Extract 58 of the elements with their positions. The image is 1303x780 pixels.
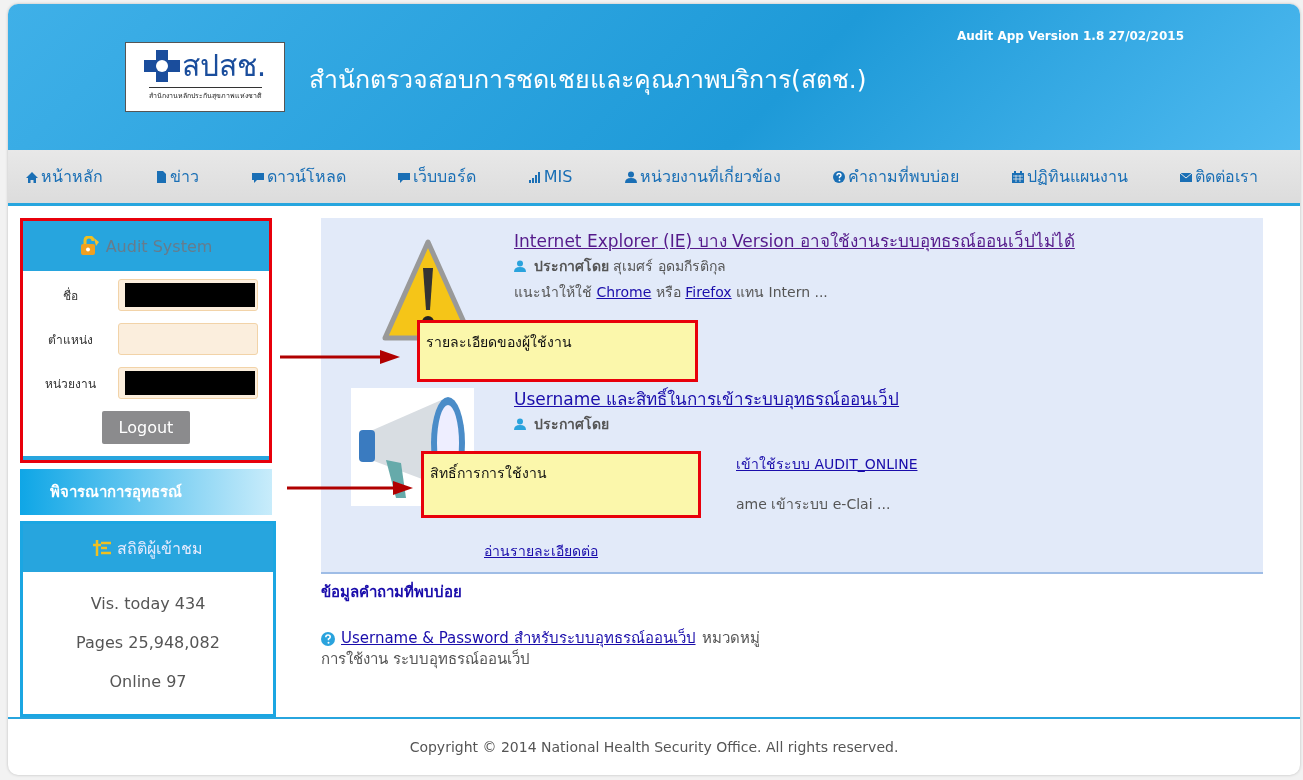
arrow-icon bbox=[287, 481, 413, 495]
medical-cross-icon bbox=[143, 50, 180, 82]
version-text: Audit App Version 1.8 27/02/2015 bbox=[957, 29, 1184, 43]
panel-title: Audit System bbox=[105, 236, 213, 256]
nav-link[interactable]: ดาวน์โหลด bbox=[251, 164, 346, 189]
bar-chart-icon bbox=[528, 170, 541, 183]
category-text: การใช้งาน ระบบอุทธรณ์ออนเว็ป bbox=[321, 649, 531, 670]
document-icon bbox=[155, 170, 168, 183]
help-icon bbox=[321, 631, 335, 646]
field-label: ตำแหน่ง bbox=[47, 331, 94, 349]
news-summary: แนะนำให้ใช้ Chrome หรือ Firefox แทน Intern ... bbox=[514, 283, 829, 302]
field-label: ชื่อ bbox=[62, 286, 79, 305]
section-heading: ข้อมูลคำถามที่พบบ่อย bbox=[321, 580, 463, 604]
logout-button[interactable]: Logout bbox=[102, 411, 190, 444]
copyright-text: Copyright © 2014 National Health Security Office. All rights reserved. bbox=[408, 738, 900, 757]
home-icon bbox=[26, 170, 38, 183]
callout-note: รายละเอียดของผู้ใช้งาน bbox=[417, 320, 698, 382]
calendar-icon bbox=[1011, 170, 1024, 183]
input-field[interactable] bbox=[118, 323, 258, 355]
user-icon bbox=[514, 418, 526, 430]
callout-note: สิทธิ์การการใช้งาน bbox=[421, 451, 701, 518]
text-link[interactable]: เข้าใช้ระบบ AUDIT_ONLINE bbox=[736, 456, 918, 472]
news-summary: ame เข้าระบบ e-Clai ... bbox=[736, 495, 892, 514]
nav-link[interactable]: ปฏิทินแผนงาน bbox=[1011, 164, 1128, 189]
nav-link[interactable]: คำถามที่พบบ่อย bbox=[833, 164, 960, 189]
nav-link[interactable]: MIS bbox=[528, 167, 573, 186]
site-title: สำนักตรวจสอบการชดเชยและคุณภาพบริการ(สตช.) bbox=[309, 64, 867, 97]
panel-title: สถิติผู้เข้าชม bbox=[117, 537, 203, 561]
field-label: หน่วยงาน bbox=[44, 375, 97, 393]
question-icon bbox=[833, 170, 846, 183]
text-link[interactable]: Firefox bbox=[685, 284, 732, 300]
user-icon bbox=[624, 170, 637, 183]
nav-link[interactable]: เว็บบอร์ด bbox=[398, 164, 477, 189]
speech-bubble-icon bbox=[251, 170, 264, 183]
arrow-icon bbox=[280, 350, 400, 364]
news-title-link[interactable]: Username และสิทธิ์ในการเข้าระบบอุทธรณ์ออนเว็ป bbox=[514, 388, 918, 410]
text-link[interactable]: Chrome bbox=[596, 284, 652, 300]
news-title-link[interactable]: Internet Explorer (IE) บาง Version อาจใช้งานระบบอุทธรณ์ออนเว็ปไม่ได้ bbox=[514, 230, 1075, 252]
nav-link[interactable]: หน้าหลัก bbox=[26, 164, 103, 189]
nav-link[interactable]: หน่วยงานที่เกี่ยวข้อง bbox=[624, 164, 781, 189]
input-field[interactable] bbox=[118, 367, 258, 399]
stat-text: Vis. today 434 bbox=[89, 594, 207, 613]
stat-text: Pages 25,948,082 bbox=[75, 633, 221, 652]
envelope-icon bbox=[1179, 170, 1192, 183]
user-icon bbox=[514, 260, 526, 272]
input-field[interactable] bbox=[118, 279, 258, 311]
posted-by-text: ประกาศโดย สุเมศร์ อุดมกีรติกุล bbox=[534, 256, 726, 276]
faq-link[interactable]: Username & Password สำหรับระบบอุทธรณ์ออนเว็ป bbox=[341, 628, 696, 649]
list-icon bbox=[93, 540, 111, 556]
posted-by-text: ประกาศโดย bbox=[534, 414, 609, 434]
nav-link[interactable]: ติดต่อเรา bbox=[1179, 164, 1258, 189]
nav-link[interactable]: ข่าว bbox=[155, 164, 200, 189]
speech-bubble-icon bbox=[398, 170, 411, 183]
read-more-link[interactable]: อ่านรายละเอียดต่อ bbox=[484, 540, 598, 562]
category-label: หมวดหมู่ bbox=[701, 628, 760, 649]
stat-text: Online 97 bbox=[108, 672, 188, 691]
logo-text: สปสช. bbox=[181, 47, 267, 85]
padlock-icon bbox=[79, 236, 100, 256]
